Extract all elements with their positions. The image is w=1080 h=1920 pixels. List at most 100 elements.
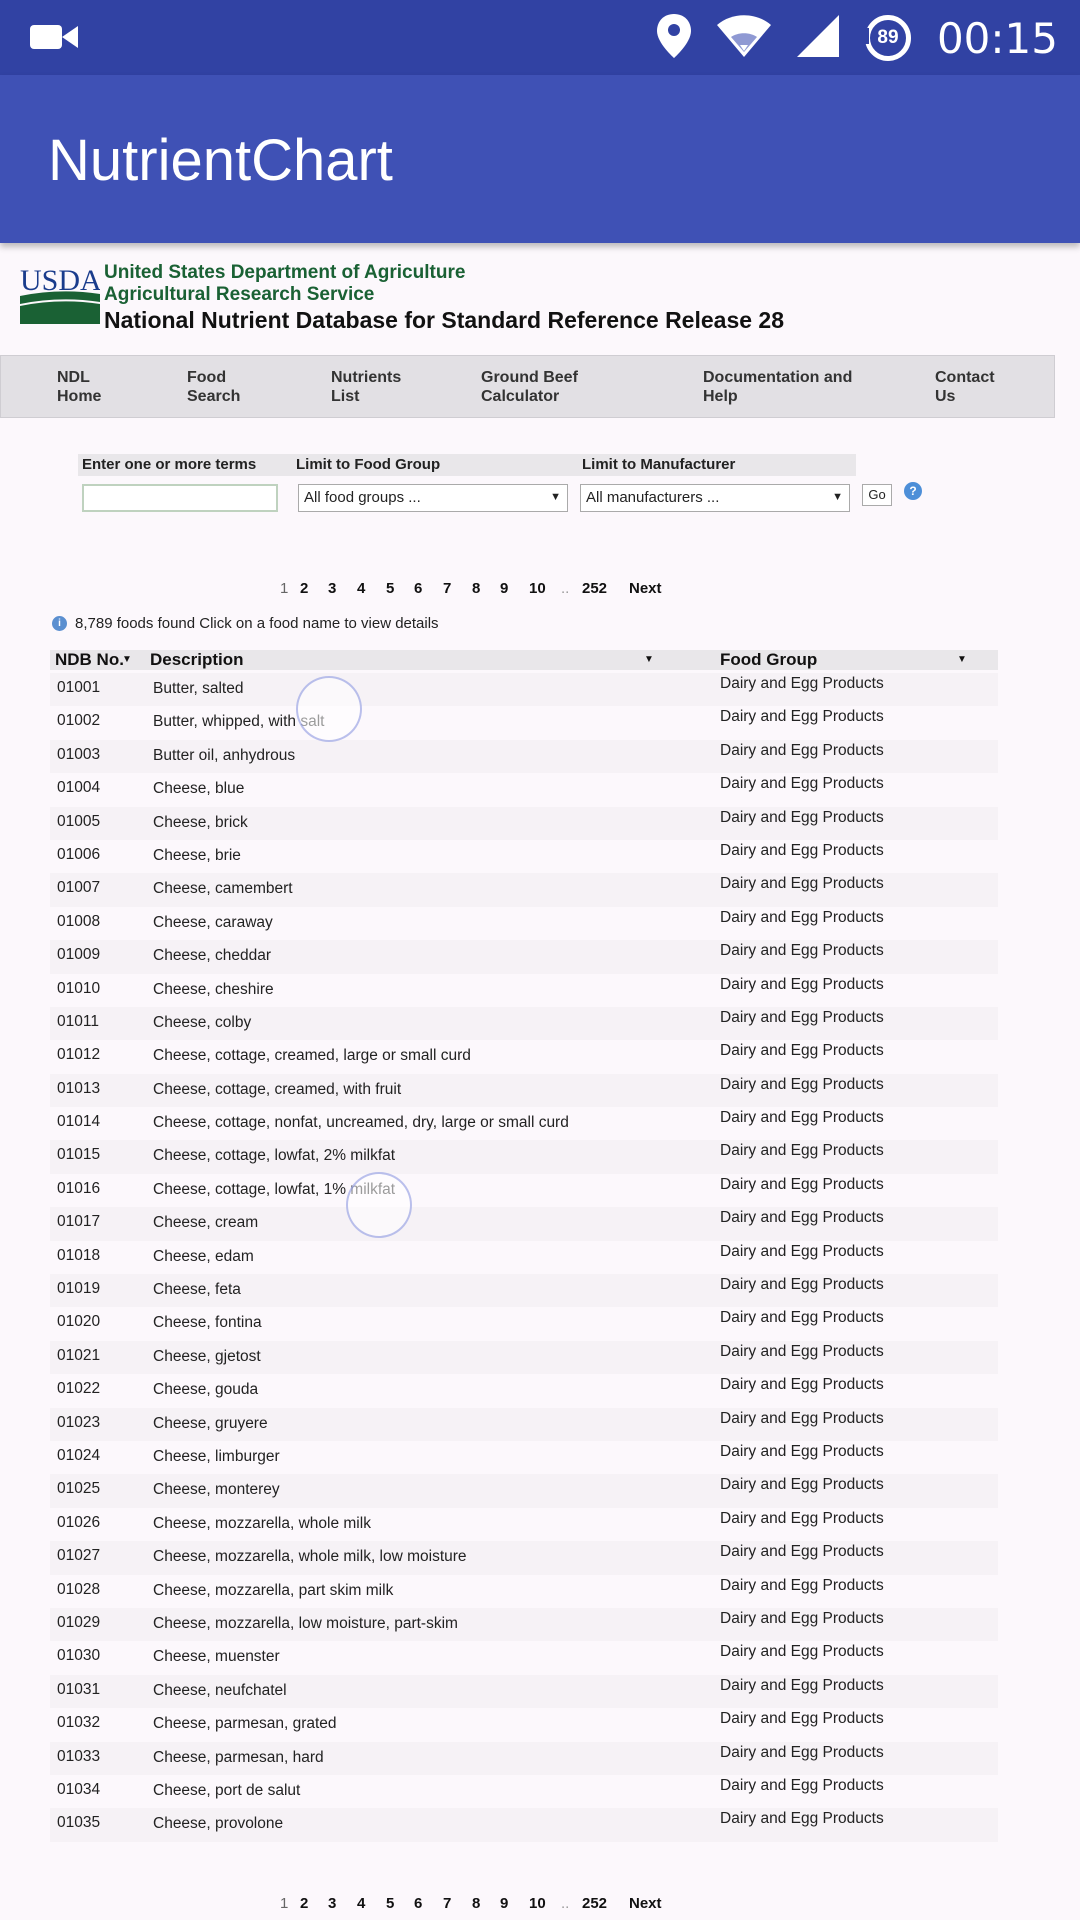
food-description-link[interactable]: Cheese, neufchatel xyxy=(153,1682,287,1700)
page-link[interactable]: 2 xyxy=(300,1895,308,1912)
sort-arrow-icon[interactable]: ▼ xyxy=(957,654,967,665)
page-link[interactable]: 5 xyxy=(386,1895,394,1912)
table-row[interactable]: 01018 Cheese, edam Dairy and Egg Products xyxy=(50,1241,998,1274)
food-description-link[interactable]: Cheese, camembert xyxy=(153,880,293,898)
food-description-link[interactable]: Cheese, brick xyxy=(153,814,248,832)
table-row[interactable]: 01013 Cheese, cottage, creamed, with frui… xyxy=(50,1073,998,1108)
table-row[interactable]: 01004 Cheese, blue Dairy and Egg Products xyxy=(50,773,998,806)
table-row[interactable]: 01034 Cheese, port de salut Dairy and Egg … xyxy=(50,1775,998,1808)
table-row[interactable]: 01002 Butter, whipped, with salt Dairy and… xyxy=(50,706,998,739)
header-food-group[interactable]: Food Group xyxy=(720,650,817,670)
food-description-link[interactable]: Cheese, caraway xyxy=(153,914,273,932)
page-link[interactable]: 4 xyxy=(357,1895,365,1912)
manufacturer-select[interactable]: All manufacturers ... ▼ xyxy=(580,484,850,512)
table-row[interactable]: 01035 Cheese, provolone Dairy and Egg Prod… xyxy=(50,1808,998,1842)
food-description-link[interactable]: Cheese, cottage, lowfat, 2% milkfat xyxy=(153,1147,395,1165)
food-description-link[interactable]: Cheese, mozzarella, low moisture, part-s… xyxy=(153,1615,458,1633)
food-description-link[interactable]: Cheese, parmesan, hard xyxy=(153,1749,324,1767)
food-description-link[interactable]: Cheese, gjetost xyxy=(153,1348,261,1366)
search-terms-input[interactable] xyxy=(82,484,278,512)
food-group-select[interactable]: All food groups ... ▼ xyxy=(298,484,568,512)
food-description-link[interactable]: Cheese, cheddar xyxy=(153,947,271,965)
table-row[interactable]: 01008 Cheese, caraway Dairy and Egg Produc… xyxy=(50,907,998,940)
page-link[interactable]: 8 xyxy=(472,580,480,597)
table-row[interactable]: 01027 Cheese, mozzarella, whole milk, low… xyxy=(50,1541,998,1575)
table-row[interactable]: 01029 Cheese, mozzarella, low moisture, p… xyxy=(50,1607,998,1642)
nav-ground-beef-calculator[interactable]: Ground Beef Calculator xyxy=(481,368,578,406)
table-row[interactable]: 01003 Butter oil, anhydrous Dairy and Egg … xyxy=(50,739,998,774)
page-link[interactable]: 8 xyxy=(472,1895,480,1912)
table-row[interactable]: 01012 Cheese, cottage, creamed, large or … xyxy=(50,1040,998,1073)
food-description-link[interactable]: Cheese, cottage, creamed, large or small… xyxy=(153,1047,471,1065)
page-link[interactable]: 4 xyxy=(357,580,365,597)
page-link-last[interactable]: 252 xyxy=(582,1895,607,1912)
usda-logo[interactable]: USDA xyxy=(20,264,102,324)
food-description-link[interactable]: Cheese, mozzarella, whole milk, low mois… xyxy=(153,1548,467,1566)
page-link[interactable]: 3 xyxy=(328,1895,336,1912)
table-row[interactable]: 01005 Cheese, brick Dairy and Egg Products xyxy=(50,806,998,840)
food-description-link[interactable]: Cheese, gouda xyxy=(153,1381,258,1399)
table-row[interactable]: 01031 Cheese, neufchatel Dairy and Egg Pro… xyxy=(50,1674,998,1709)
page-link[interactable]: 9 xyxy=(500,1895,508,1912)
next-page-link[interactable]: Next xyxy=(629,1895,662,1912)
page-link[interactable]: 3 xyxy=(328,580,336,597)
food-description-link[interactable]: Cheese, muenster xyxy=(153,1648,280,1666)
usda-department-title[interactable]: United States Department of Agriculture xyxy=(104,262,465,284)
page-link[interactable]: 7 xyxy=(443,580,451,597)
food-description-link[interactable]: Cheese, gruyere xyxy=(153,1415,268,1433)
food-description-link[interactable]: Cheese, feta xyxy=(153,1281,241,1299)
usda-service-title[interactable]: Agricultural Research Service xyxy=(104,284,374,306)
page-link[interactable]: 7 xyxy=(443,1895,451,1912)
table-row[interactable]: 01028 Cheese, mozzarella, part skim milk D… xyxy=(50,1575,998,1608)
food-description-link[interactable]: Cheese, colby xyxy=(153,1014,251,1032)
food-description-link[interactable]: Cheese, cream xyxy=(153,1214,258,1232)
food-description-link[interactable]: Cheese, parmesan, grated xyxy=(153,1715,337,1733)
table-row[interactable]: 01011 Cheese, colby Dairy and Egg Products xyxy=(50,1006,998,1041)
page-link[interactable]: 6 xyxy=(414,1895,422,1912)
header-ndb-no[interactable]: NDB No. xyxy=(55,650,124,670)
food-description-link[interactable]: Cheese, cottage, creamed, with fruit xyxy=(153,1081,401,1099)
page-link[interactable]: 10 xyxy=(529,580,546,597)
table-row[interactable]: 01007 Cheese, camembert Dairy and Egg Prod… xyxy=(50,873,998,907)
go-button[interactable]: Go xyxy=(862,484,892,506)
table-row[interactable]: 01026 Cheese, mozzarella, whole milk Dairy… xyxy=(50,1508,998,1541)
page-link-last[interactable]: 252 xyxy=(582,580,607,597)
table-row[interactable]: 01016 Cheese, cottage, lowfat, 1% milkfat… xyxy=(50,1174,998,1207)
table-row[interactable]: 01025 Cheese, monterey Dairy and Egg Produ… xyxy=(50,1474,998,1508)
table-row[interactable]: 01020 Cheese, fontina Dairy and Egg Produc… xyxy=(50,1307,998,1340)
nav-ndl-home[interactable]: NDL Home xyxy=(57,368,101,406)
table-row[interactable]: 01015 Cheese, cottage, lowfat, 2% milkfat… xyxy=(50,1140,998,1174)
help-icon[interactable]: ? xyxy=(904,482,922,500)
nav-documentation-help[interactable]: Documentation and Help xyxy=(703,368,852,406)
nav-nutrients-list[interactable]: Nutrients List xyxy=(331,368,401,406)
food-description-link[interactable]: Cheese, edam xyxy=(153,1248,254,1266)
page-link[interactable]: 5 xyxy=(386,580,394,597)
sort-arrow-icon[interactable]: ▼ xyxy=(644,654,654,665)
food-description-link[interactable]: Cheese, mozzarella, part skim milk xyxy=(153,1582,393,1600)
table-row[interactable]: 01030 Cheese, muenster Dairy and Egg Produ… xyxy=(50,1641,998,1674)
table-row[interactable]: 01021 Cheese, gjetost Dairy and Egg Produc… xyxy=(50,1340,998,1375)
nav-contact-us[interactable]: Contact Us xyxy=(935,368,995,406)
table-row[interactable]: 01006 Cheese, brie Dairy and Egg Products xyxy=(50,840,998,873)
food-description-link[interactable]: Cheese, brie xyxy=(153,847,241,865)
food-description-link[interactable]: Cheese, monterey xyxy=(153,1481,280,1499)
next-page-link[interactable]: Next xyxy=(629,580,662,597)
food-description-link[interactable]: Butter oil, anhydrous xyxy=(153,747,295,765)
table-row[interactable]: 01022 Cheese, gouda Dairy and Egg Products xyxy=(50,1374,998,1407)
table-row[interactable]: 01009 Cheese, cheddar Dairy and Egg Produc… xyxy=(50,940,998,974)
table-row[interactable]: 01023 Cheese, gruyere Dairy and Egg Produc… xyxy=(50,1407,998,1441)
food-description-link[interactable]: Cheese, blue xyxy=(153,780,244,798)
food-description-link[interactable]: Cheese, limburger xyxy=(153,1448,280,1466)
food-description-link[interactable]: Butter, salted xyxy=(153,680,243,698)
table-row[interactable]: 01033 Cheese, parmesan, hard Dairy and Egg… xyxy=(50,1741,998,1775)
page-link[interactable]: 2 xyxy=(300,580,308,597)
table-row[interactable]: 01024 Cheese, limburger Dairy and Egg Prod… xyxy=(50,1441,998,1474)
table-row[interactable]: 01014 Cheese, cottage, nonfat, uncreamed,… xyxy=(50,1107,998,1140)
food-description-link[interactable]: Cheese, provolone xyxy=(153,1815,283,1833)
page-link[interactable]: 6 xyxy=(414,580,422,597)
food-description-link[interactable]: Cheese, cheshire xyxy=(153,981,274,999)
food-description-link[interactable]: Cheese, cottage, nonfat, uncreamed, dry,… xyxy=(153,1114,569,1132)
page-link[interactable]: 9 xyxy=(500,580,508,597)
table-row[interactable]: 01010 Cheese, cheshire Dairy and Egg Produ… xyxy=(50,974,998,1007)
sort-arrow-icon[interactable]: ▼ xyxy=(122,654,132,665)
